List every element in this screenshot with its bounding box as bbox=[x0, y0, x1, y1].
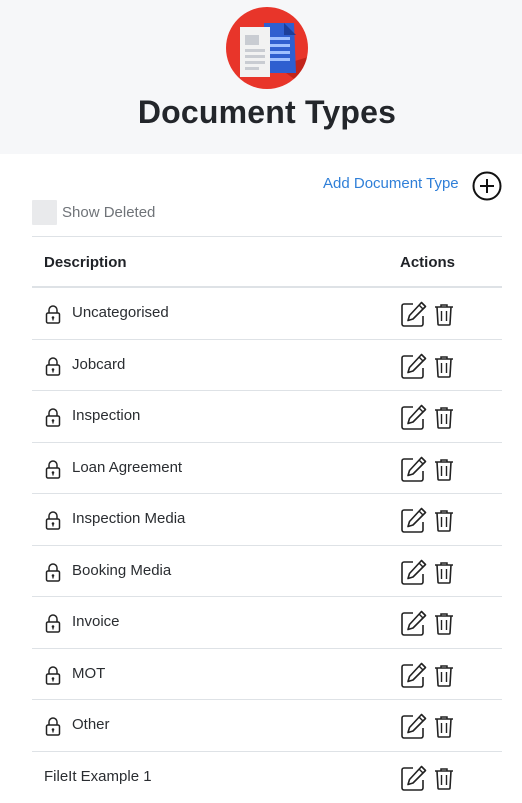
edit-icon[interactable] bbox=[400, 559, 427, 586]
add-document-type-link[interactable]: Add Document Type bbox=[323, 175, 459, 192]
lock-icon bbox=[44, 356, 62, 376]
trash-icon[interactable] bbox=[434, 561, 454, 584]
lock-icon bbox=[44, 562, 62, 582]
lock-icon bbox=[44, 407, 62, 427]
lock-icon bbox=[44, 459, 62, 479]
table-row: Other bbox=[32, 700, 502, 752]
row-description: Inspection bbox=[72, 407, 140, 424]
lock-icon bbox=[44, 716, 62, 736]
trash-icon[interactable] bbox=[434, 303, 454, 326]
row-description: FileIt Example 1 bbox=[44, 768, 152, 785]
column-header-description: Description bbox=[44, 254, 127, 271]
column-header-actions: Actions bbox=[400, 254, 455, 271]
edit-icon[interactable] bbox=[400, 507, 427, 534]
table-row: MOT bbox=[32, 649, 502, 701]
table-row: Invoice bbox=[32, 597, 502, 649]
row-description: MOT bbox=[72, 665, 105, 682]
table-row: Loan Agreement bbox=[32, 443, 502, 495]
edit-icon[interactable] bbox=[400, 353, 427, 380]
page-header: Document Types bbox=[0, 0, 522, 154]
table-header: Description Actions bbox=[32, 237, 502, 288]
page-title: Document Types bbox=[0, 94, 522, 131]
edit-icon[interactable] bbox=[400, 765, 427, 792]
trash-icon[interactable] bbox=[434, 406, 454, 429]
trash-icon[interactable] bbox=[434, 664, 454, 687]
table-row: Booking Media bbox=[32, 546, 502, 598]
row-description: Uncategorised bbox=[72, 304, 169, 321]
trash-icon[interactable] bbox=[434, 767, 454, 790]
show-deleted-label: Show Deleted bbox=[62, 204, 155, 221]
edit-icon[interactable] bbox=[400, 713, 427, 740]
edit-icon[interactable] bbox=[400, 610, 427, 637]
show-deleted-checkbox[interactable] bbox=[32, 200, 57, 225]
edit-icon[interactable] bbox=[400, 404, 427, 431]
document-logo-icon bbox=[226, 7, 308, 89]
plus-circle-icon[interactable] bbox=[472, 171, 502, 201]
trash-icon[interactable] bbox=[434, 355, 454, 378]
row-description: Invoice bbox=[72, 613, 120, 630]
row-description: Booking Media bbox=[72, 562, 171, 579]
edit-icon[interactable] bbox=[400, 301, 427, 328]
trash-icon[interactable] bbox=[434, 612, 454, 635]
trash-icon[interactable] bbox=[434, 509, 454, 532]
table-row: Inspection Media bbox=[32, 494, 502, 546]
lock-icon bbox=[44, 613, 62, 633]
document-types-table: Description Actions Uncategorised bbox=[32, 236, 502, 803]
table-row: Jobcard bbox=[32, 340, 502, 392]
lock-icon bbox=[44, 665, 62, 685]
edit-icon[interactable] bbox=[400, 456, 427, 483]
row-description: Loan Agreement bbox=[72, 459, 182, 476]
row-description: Jobcard bbox=[72, 356, 125, 373]
table-row: Inspection bbox=[32, 391, 502, 443]
lock-icon bbox=[44, 510, 62, 530]
table-body: Uncategorised Jobcard bbox=[32, 288, 502, 803]
trash-icon[interactable] bbox=[434, 458, 454, 481]
table-row: Uncategorised bbox=[32, 288, 502, 340]
row-description: Inspection Media bbox=[72, 510, 185, 527]
row-description: Other bbox=[72, 716, 110, 733]
trash-icon[interactable] bbox=[434, 715, 454, 738]
edit-icon[interactable] bbox=[400, 662, 427, 689]
table-row: FileIt Example 1 bbox=[32, 752, 502, 803]
lock-icon bbox=[44, 304, 62, 324]
